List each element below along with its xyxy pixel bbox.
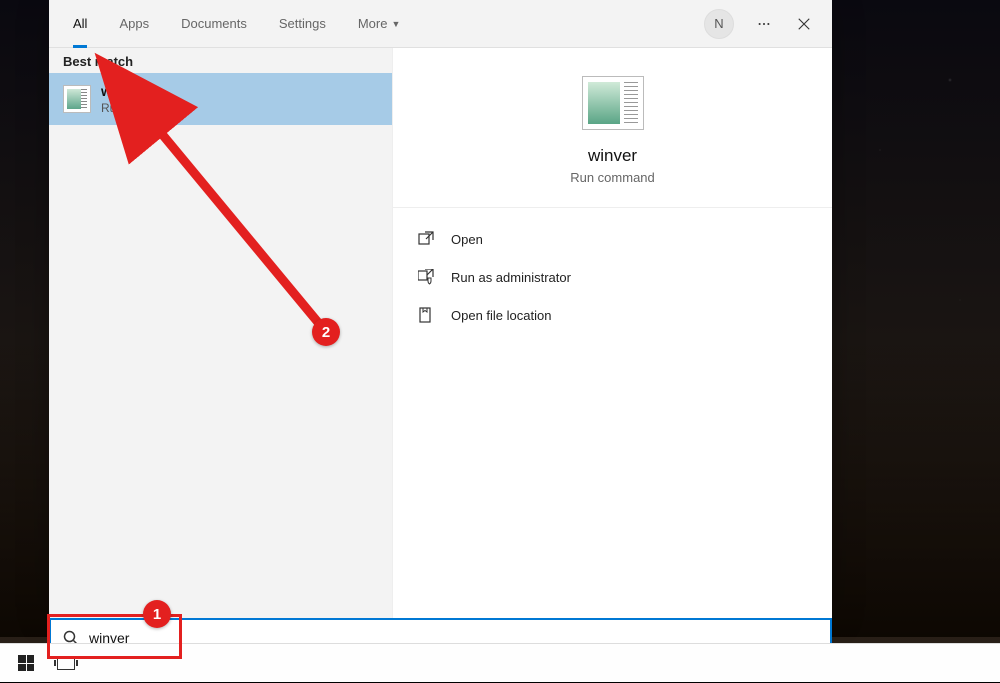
preview-subtitle: Run command <box>570 170 655 185</box>
tab-settings[interactable]: Settings <box>263 0 342 48</box>
app-icon <box>63 85 91 113</box>
task-view-button[interactable] <box>46 644 86 683</box>
action-run-admin[interactable]: Run as administrator <box>393 258 832 296</box>
result-subtitle: Run command <box>101 101 179 115</box>
shield-run-icon <box>417 268 435 286</box>
tab-apps[interactable]: Apps <box>103 0 165 48</box>
action-open[interactable]: Open <box>393 220 832 258</box>
chevron-down-icon: ▼ <box>391 19 400 29</box>
task-view-icon <box>57 656 75 670</box>
account-avatar[interactable]: N <box>704 9 734 39</box>
tab-documents-label: Documents <box>181 16 247 31</box>
section-best-match-label: Best match <box>49 48 392 73</box>
start-button[interactable] <box>6 644 46 683</box>
windows-logo-icon <box>18 655 34 671</box>
preview-column: winver Run command Open Run as administr… <box>392 48 832 618</box>
open-icon <box>417 230 435 248</box>
tab-settings-label: Settings <box>279 16 326 31</box>
more-options-button[interactable] <box>744 4 784 44</box>
result-item-winver[interactable]: winver Run command <box>49 73 392 125</box>
tab-more[interactable]: More ▼ <box>342 0 417 48</box>
tab-documents[interactable]: Documents <box>165 0 263 48</box>
action-run-admin-label: Run as administrator <box>451 270 571 285</box>
close-icon <box>797 17 811 31</box>
tab-more-label: More <box>358 16 388 31</box>
close-button[interactable] <box>784 4 824 44</box>
preview-actions: Open Run as administrator Open file loca… <box>393 208 832 346</box>
tab-apps-label: Apps <box>119 16 149 31</box>
start-search-panel: All Apps Documents Settings More ▼ N Bes… <box>49 0 832 618</box>
preview-title: winver <box>588 146 637 166</box>
result-title: winver <box>101 83 179 99</box>
action-open-label: Open <box>451 232 483 247</box>
result-text-group: winver Run command <box>101 83 179 115</box>
tab-all-label: All <box>73 16 87 31</box>
action-open-location-label: Open file location <box>451 308 551 323</box>
tab-all[interactable]: All <box>57 0 103 48</box>
folder-location-icon <box>417 306 435 324</box>
preview-app-icon <box>582 76 644 130</box>
search-panel-body: Best match winver Run command winver Run… <box>49 48 832 618</box>
ellipsis-icon <box>757 17 771 31</box>
action-open-location[interactable]: Open file location <box>393 296 832 334</box>
search-tabs-bar: All Apps Documents Settings More ▼ N <box>49 0 832 48</box>
taskbar <box>0 643 1000 682</box>
results-column: Best match winver Run command <box>49 48 392 618</box>
preview-header: winver Run command <box>393 48 832 208</box>
account-initial: N <box>714 16 723 31</box>
